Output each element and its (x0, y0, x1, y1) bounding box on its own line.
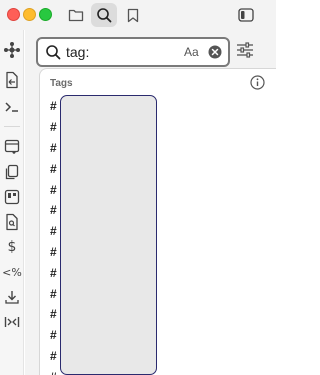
tag-hash: # (50, 140, 57, 155)
minimize-window-button[interactable] (23, 8, 36, 21)
sliders-icon (236, 42, 254, 58)
search-tab[interactable] (91, 3, 117, 27)
ribbon-kanban-button[interactable] (2, 187, 22, 207)
left-ribbon: $ <% (0, 30, 24, 375)
ribbon-currency-button[interactable]: $ (2, 237, 22, 257)
sidebar-toggle-icon (238, 8, 254, 22)
file-import-icon (4, 71, 20, 89)
tag-hash: # (50, 265, 57, 280)
toggle-sidebar-button[interactable] (233, 3, 259, 27)
tag-hash: # (50, 370, 58, 375)
title-bar (0, 0, 276, 30)
redacted-tag-names (60, 95, 157, 375)
split-icon (4, 315, 20, 329)
search-panel: Aa Tags # # # # # # # # # # # # (25, 30, 276, 375)
ribbon-split-button[interactable] (2, 312, 22, 332)
files-tab[interactable] (63, 3, 89, 27)
ribbon-file-search-button[interactable] (2, 212, 22, 232)
search-input[interactable] (66, 43, 176, 61)
download-icon (4, 289, 20, 305)
ribbon-compare-button[interactable]: <% (2, 262, 22, 282)
tag-hash: # (50, 203, 57, 218)
terminal-icon (4, 100, 20, 114)
search-box[interactable]: Aa (36, 37, 230, 67)
clear-search-button[interactable] (208, 45, 222, 59)
zoom-window-button[interactable] (39, 8, 52, 21)
tag-hash: # (50, 224, 57, 239)
suggestions-header: Tags (50, 78, 73, 89)
search-icon (96, 7, 112, 23)
tag-hash: # (50, 120, 57, 135)
bookmark-icon (127, 8, 139, 23)
tag-hash: # (50, 182, 57, 197)
close-window-button[interactable] (7, 8, 20, 21)
file-search-icon (4, 213, 20, 231)
info-icon[interactable] (250, 75, 265, 90)
tag-hash: # (50, 328, 57, 343)
kanban-icon (4, 189, 20, 205)
ribbon-terminal-button[interactable] (2, 97, 22, 117)
percent-compare-icon: <% (2, 265, 22, 279)
graph-icon (3, 41, 21, 59)
ribbon-graph-button[interactable] (2, 40, 22, 60)
tag-suggestions-dropdown: Tags # # # # # # # # # # # # # # (39, 68, 276, 375)
tag-hash: # (50, 307, 57, 322)
template-icon (4, 139, 20, 155)
match-case-button[interactable]: Aa (184, 45, 199, 59)
ribbon-download-button[interactable] (2, 287, 22, 307)
dollar-icon: $ (7, 239, 17, 255)
copy-icon (4, 164, 20, 180)
search-icon (45, 44, 61, 60)
tag-hash: # (50, 99, 57, 114)
folder-icon (68, 8, 84, 22)
tag-hash: # (50, 348, 57, 363)
search-settings-button[interactable] (236, 42, 254, 60)
bookmarks-tab[interactable] (120, 3, 146, 27)
ribbon-template-button[interactable] (2, 137, 22, 157)
tag-hash: # (50, 286, 57, 301)
ribbon-copy-button[interactable] (2, 162, 22, 182)
tag-hash: # (50, 244, 57, 259)
close-icon (208, 45, 222, 59)
ribbon-divider (4, 126, 20, 127)
ribbon-import-button[interactable] (2, 70, 22, 90)
tag-hash: # (50, 161, 57, 176)
